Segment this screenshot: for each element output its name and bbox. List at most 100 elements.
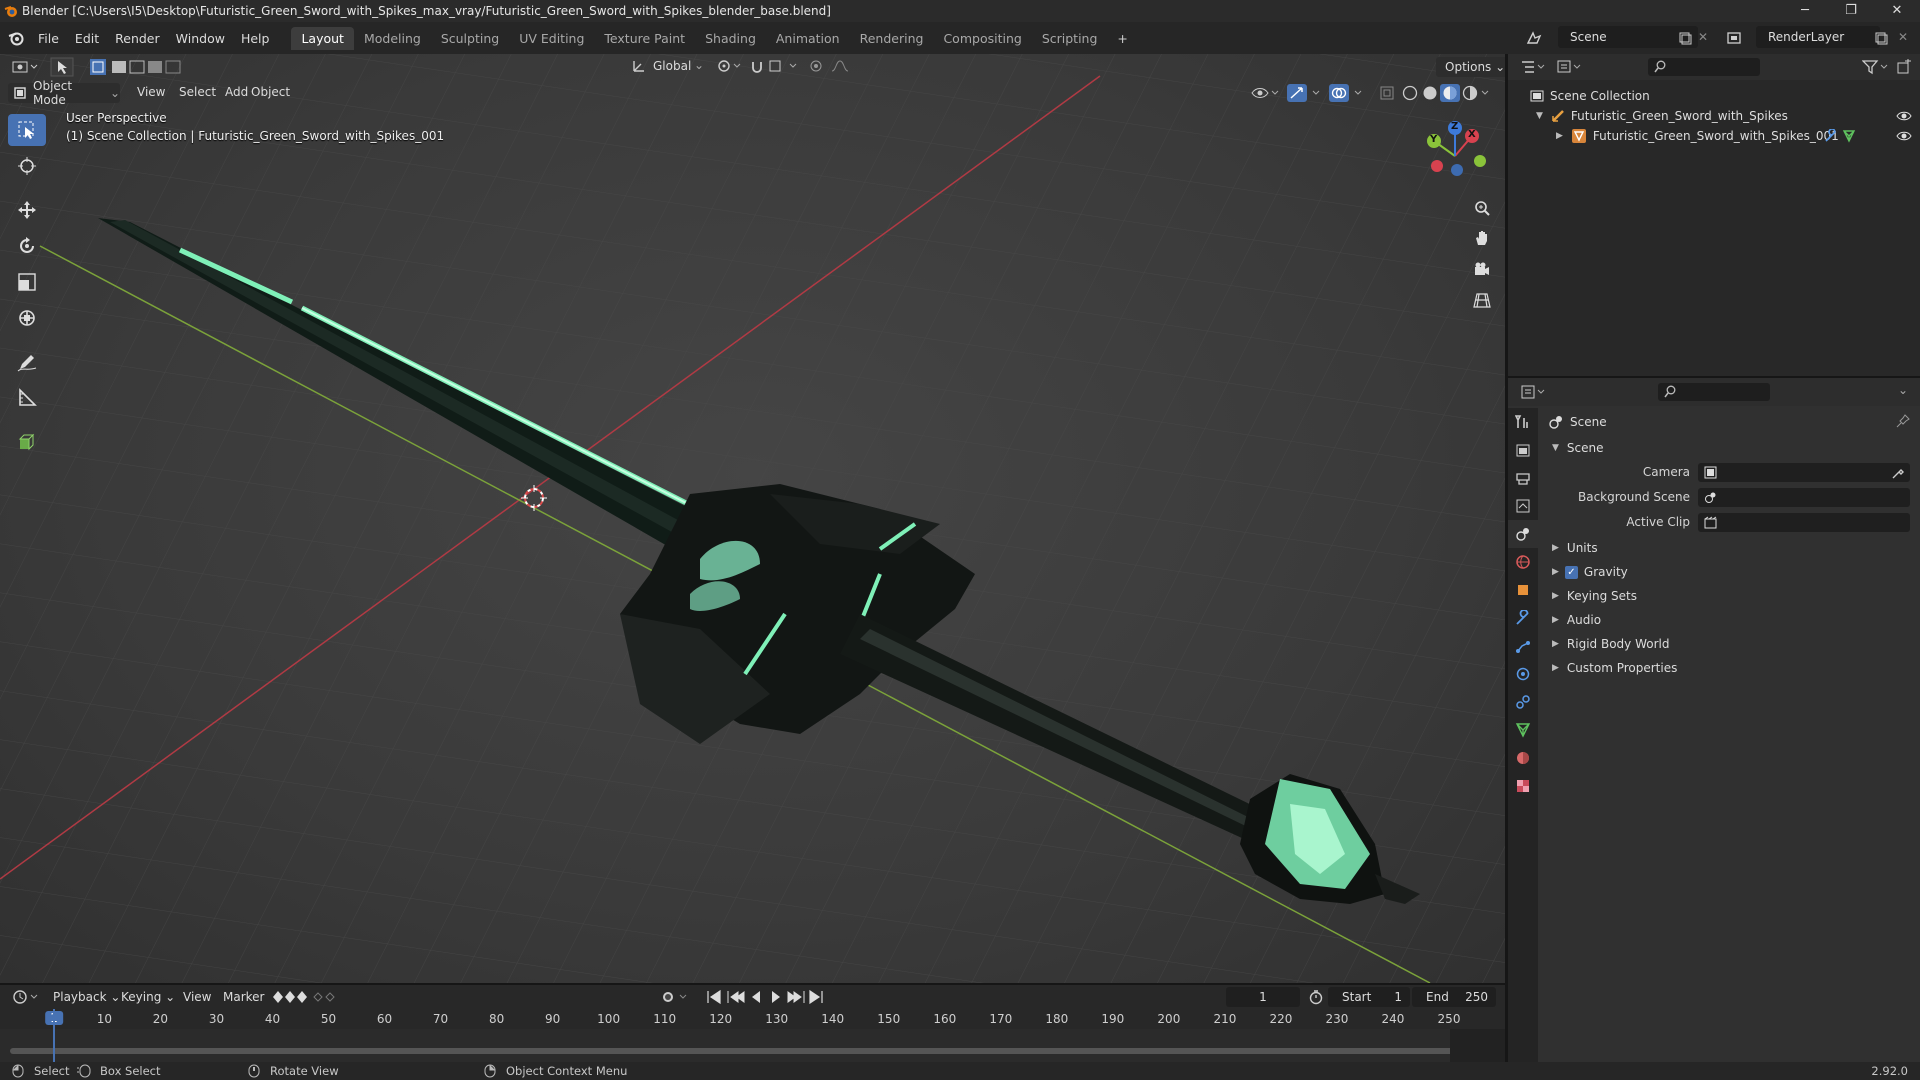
tab-world[interactable] [1508,548,1538,576]
transform-orientation-dropdown[interactable]: Global [644,59,700,73]
panel-custom-properties[interactable]: ▶ Custom Properties [1538,656,1920,680]
menu-object[interactable]: Object [242,85,299,99]
menu-marker[interactable]: Marker [214,990,273,1004]
panel-scene-header[interactable]: ▼ Scene [1538,436,1920,460]
panel-gravity[interactable]: ▶ ✓ Gravity [1538,560,1920,584]
outliner-row-object[interactable]: ▶ Futuristic_Green_Sword_with_Spikes_001 [1508,126,1920,146]
tab-texture-paint[interactable]: Texture Paint [594,27,695,50]
shading-modes-icons[interactable] [1400,83,1496,103]
mode-selector[interactable]: Object Mode ⌄ [8,79,120,107]
tab-animation[interactable]: Animation [766,27,850,50]
tab-object[interactable] [1508,576,1538,604]
new-view-layer-icon[interactable] [1874,31,1888,45]
navigation-gizmo[interactable]: X Y Z [1415,116,1495,196]
timeline-editor-icon[interactable] [12,989,40,1005]
outliner-editor-icon[interactable] [1520,59,1546,75]
tab-scripting[interactable]: Scripting [1032,27,1108,50]
timeline-tracks[interactable] [0,1029,1505,1062]
tab-physics[interactable] [1508,660,1538,688]
eyedropper-icon[interactable] [1892,466,1905,479]
panel-audio[interactable]: ▶ Audio [1538,608,1920,632]
outliner-row-scene-collection[interactable]: Scene Collection [1508,86,1920,106]
tool-select-box[interactable] [8,114,46,146]
tab-compositing[interactable]: Compositing [933,27,1031,50]
select-mode-icon[interactable] [50,57,74,77]
tab-constraints[interactable] [1508,688,1538,716]
panel-units[interactable]: ▶ Units [1538,536,1920,560]
tab-texture[interactable] [1508,772,1538,800]
panel-keying-sets[interactable]: ▶ Keying Sets [1538,584,1920,608]
snap-icon[interactable] [750,58,806,74]
eye-icon[interactable] [1896,129,1912,143]
tab-output[interactable] [1508,464,1538,492]
timeline-ruler[interactable]: 1102030405060708090100110120130140150160… [0,1009,1505,1029]
stopwatch-icon[interactable] [1308,989,1324,1005]
playhead-line[interactable] [53,1009,55,1062]
close-button[interactable]: ✕ [1874,0,1920,22]
panel-rigid-body-world[interactable]: ▶ Rigid Body World [1538,632,1920,656]
scene-selector[interactable]: Scene [1558,26,1698,48]
expand-arrow-icon[interactable]: ▼ [1536,111,1543,121]
camera-view-icon[interactable] [1468,255,1496,283]
start-frame-field[interactable]: Start 1 [1328,987,1410,1007]
tab-scene[interactable] [1508,520,1538,548]
expand-arrow-icon[interactable]: ▶ [1556,131,1563,141]
add-workspace-button[interactable]: + [1107,27,1137,50]
mesh-data-icon[interactable] [1842,129,1856,143]
properties-search-input[interactable] [1658,383,1770,401]
options-dropdown[interactable]: Options ⌄ [1436,57,1505,77]
active-clip-field[interactable] [1698,512,1910,532]
view-layer-icon[interactable] [1726,30,1742,46]
properties-editor-icon[interactable] [1520,384,1546,400]
tab-modeling[interactable]: Modeling [354,27,431,50]
tool-scale[interactable] [8,266,46,298]
tool-add-cube[interactable] [8,426,46,458]
xray-icon[interactable] [1378,84,1396,102]
zoom-icon[interactable] [1468,194,1496,222]
gravity-checkbox[interactable]: ✓ [1564,565,1578,579]
pan-hand-icon[interactable] [1468,224,1496,252]
tool-cursor[interactable] [8,150,46,182]
editor-type-icon[interactable] [12,59,38,75]
outliner-row-collection[interactable]: ▼ Futuristic_Green_Sword_with_Spikes [1508,106,1920,126]
timeline-scrollbar[interactable] [10,1048,1496,1054]
menu-file[interactable]: File [30,31,67,46]
eye-icon[interactable] [1896,109,1912,123]
tab-tool[interactable] [1508,408,1538,436]
tool-annotate[interactable] [8,346,46,378]
tab-uv-editing[interactable]: UV Editing [509,27,594,50]
perspective-toggle-icon[interactable] [1468,286,1496,314]
menu-edit[interactable]: Edit [67,31,107,46]
modifier-wrench-icon[interactable] [1824,129,1838,143]
tab-view-layer[interactable] [1508,492,1538,520]
record-icon[interactable] [660,989,690,1005]
tool-rotate[interactable] [8,230,46,262]
delete-view-layer-icon[interactable]: ✕ [1898,30,1908,44]
filter-icon[interactable] [1862,59,1890,75]
new-scene-icon[interactable] [1678,31,1692,45]
tool-measure[interactable] [8,382,46,414]
tab-data[interactable] [1508,716,1538,744]
chevron-down-icon[interactable]: ⌄ [694,58,704,72]
maximize-button[interactable]: ❐ [1828,0,1874,22]
overlays-icon[interactable] [1328,83,1366,103]
selection-mode-icons[interactable] [88,57,184,77]
visibility-icon[interactable] [1250,84,1280,102]
delete-scene-icon[interactable]: ✕ [1698,30,1708,44]
tab-shading[interactable]: Shading [695,27,766,50]
gizmo-toggle-icon[interactable] [1286,83,1324,103]
menu-window[interactable]: Window [168,31,233,46]
keyframe-icons[interactable] [272,989,344,1005]
outliner-search-input[interactable] [1648,58,1760,76]
tab-modifiers[interactable] [1508,604,1538,632]
camera-field[interactable] [1698,462,1910,482]
blender-menu-icon[interactable] [8,30,24,46]
menu-view[interactable]: View [128,85,174,99]
scene-icon[interactable] [1526,30,1542,46]
end-frame-field[interactable]: End 250 [1412,987,1496,1007]
view-layer-selector[interactable]: RenderLayer [1756,26,1880,48]
viewport-scene[interactable] [0,54,1505,983]
background-scene-field[interactable] [1698,487,1910,507]
current-frame-field[interactable]: 1 [1226,987,1300,1007]
tab-sculpting[interactable]: Sculpting [431,27,509,50]
